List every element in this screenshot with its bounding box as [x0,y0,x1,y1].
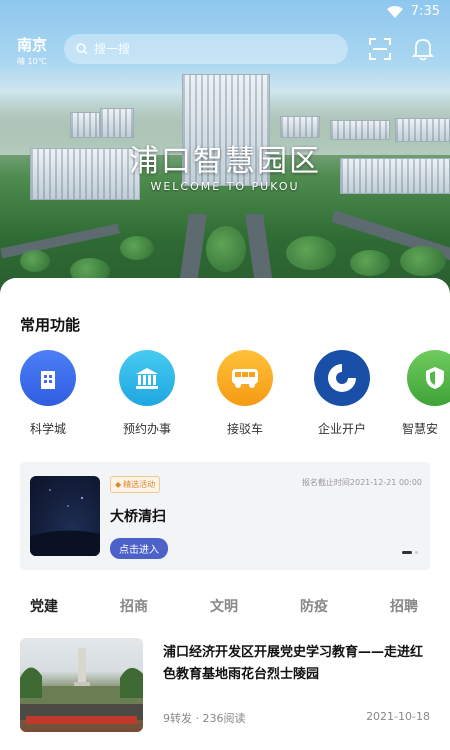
function-label: 科学城 [29,422,66,436]
hero-subtitle: WELCOME TO PUKOU [150,180,300,193]
tree [120,236,154,260]
tree [400,246,446,276]
function-label: 智慧安 [402,422,439,436]
section-title: 常用功能 [20,316,81,334]
tab-investment[interactable]: 招商 [120,596,148,616]
activity-banner[interactable]: ◆ 精选活动 报名截止时间2021-12-21 00:00 大桥清扫 点击进入 [20,462,430,570]
distant-building [100,108,134,138]
function-label: 预约办事 [122,422,171,436]
function-label: 接驳车 [226,422,263,436]
road [179,214,207,284]
weather-info: 晴 10℃ [17,57,47,66]
distant-building [70,112,100,138]
tree [20,250,50,272]
building-icon [20,350,76,406]
function-shuttle-bus[interactable]: 接驳车 [205,350,285,437]
featured-tag: ◆ 精选活动 [110,476,161,493]
carousel-dot-active [402,551,412,554]
function-smart-security[interactable]: 智慧安 [400,350,450,437]
bell-icon [412,39,434,61]
tree [206,226,246,272]
wifi-icon [386,5,403,18]
carousel-dot [415,551,418,554]
function-science-city[interactable]: 科学城 [8,350,88,437]
news-image [20,638,143,732]
news-meta: 9转发 · 236阅读 [163,712,246,725]
notification-button[interactable] [410,36,436,62]
tab-recruitment[interactable]: 招聘 [390,596,418,616]
news-headline: 浦口经济开发区开展党史学习教育——走进红色教育基地雨花台烈士陵园 [163,645,424,682]
search-input[interactable] [94,42,294,56]
tree [286,236,336,270]
function-appointment[interactable]: 预约办事 [107,350,187,437]
government-icon [119,350,175,406]
scan-icon [369,38,391,60]
common-functions: 科学城 预约办事 接驳车 企业开户 智慧安 [0,350,450,440]
diamond-icon: ◆ [115,480,122,489]
scan-button[interactable] [367,36,393,62]
featured-tag-label: 精选活动 [123,480,156,489]
city-name: 南京 [17,36,48,54]
shield-icon [407,350,450,406]
tree [350,250,390,276]
status-bar: 7:35 [386,4,440,19]
main-content-card: 常用功能 科学城 预约办事 接驳车 企业开户 智慧安 ◆ 精选活动 报名截止时间… [0,278,450,750]
carousel-indicator [402,551,418,554]
bus-icon [217,350,273,406]
activity-title: 大桥清扫 [110,509,166,525]
tab-epidemic[interactable]: 防疫 [300,596,328,616]
enter-button[interactable]: 点击进入 [110,538,168,559]
ccb-logo-icon [314,350,370,406]
distant-building [280,116,320,138]
activity-thumbnail [30,476,100,556]
search-bar[interactable] [64,34,348,64]
tab-party-building[interactable]: 党建 [30,596,58,618]
road [0,223,120,259]
city-selector[interactable]: 南京 晴 10℃ [17,34,47,67]
registration-deadline: 报名截止时间2021-12-21 00:00 [301,478,422,487]
function-label: 企业开户 [317,422,366,436]
tab-civilization[interactable]: 文明 [210,596,238,616]
status-time: 7:35 [410,4,440,19]
search-icon [76,43,88,55]
road [245,214,273,284]
function-enterprise-account[interactable]: 企业开户 [302,350,382,437]
hero-title: 浦口智慧园区 [129,144,321,179]
category-tabs: 党建 招商 文明 防疫 招聘 [0,596,450,620]
news-date: 2021-10-18 [366,710,430,723]
news-item[interactable]: 浦口经济开发区开展党史学习教育——走进红色教育基地雨花台烈士陵园 9转发 · 2… [20,638,430,738]
